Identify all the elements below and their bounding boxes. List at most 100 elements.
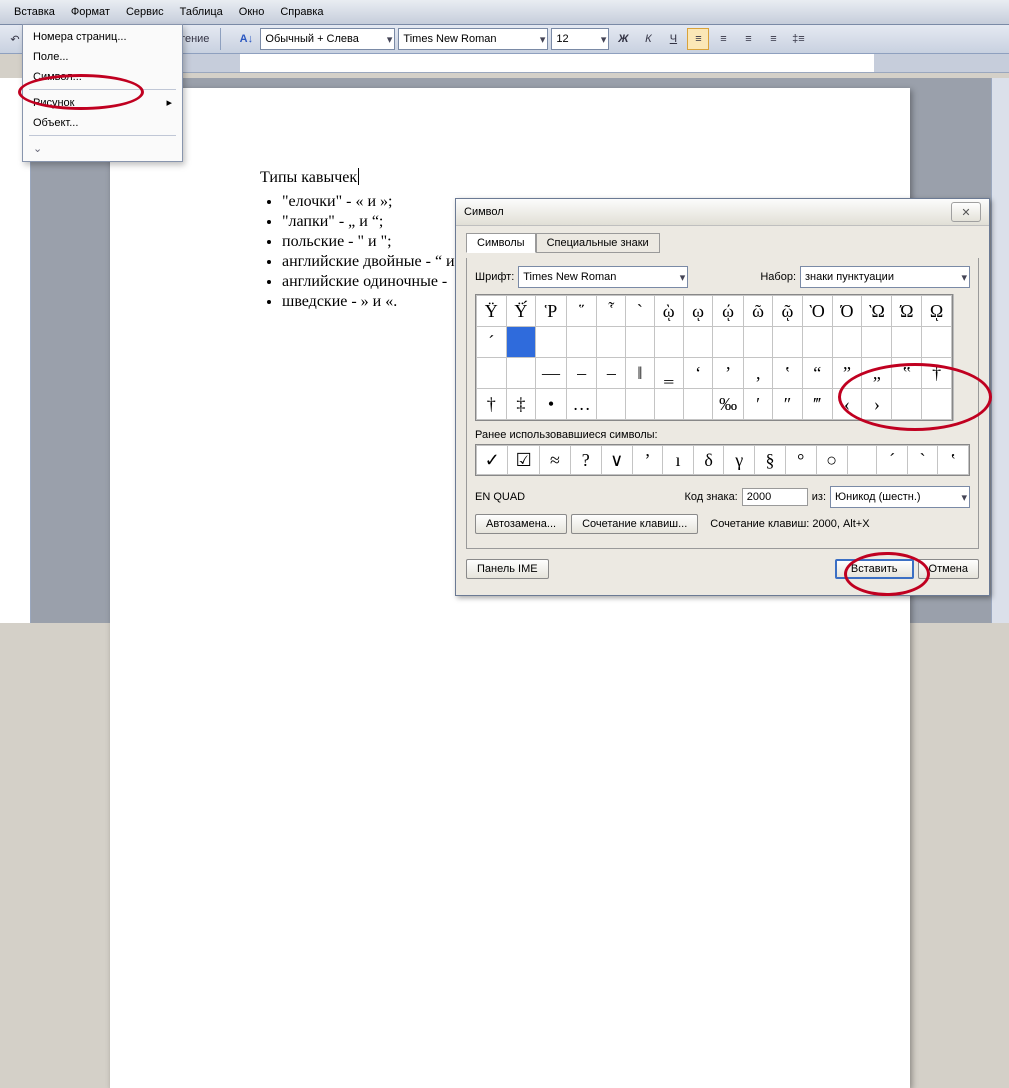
ime-panel-button[interactable]: Панель IME: [466, 559, 549, 579]
symbol-cell[interactable]: ‛: [773, 358, 802, 389]
symbol-cell[interactable]: [892, 327, 922, 358]
tab-special-chars[interactable]: Специальные знаки: [536, 233, 660, 253]
recent-symbol-cell[interactable]: ı: [663, 446, 693, 475]
recent-symbol-cell[interactable]: §: [755, 446, 786, 475]
recent-symbol-cell[interactable]: ?: [570, 446, 601, 475]
symbol-cell[interactable]: ῳ: [683, 296, 712, 327]
symbol-cell[interactable]: ‰: [713, 389, 744, 420]
size-combo[interactable]: 12: [551, 28, 609, 50]
bold-button[interactable]: Ж: [612, 28, 634, 50]
close-button[interactable]: ✕: [951, 202, 981, 222]
symbol-cell[interactable]: ῞: [566, 296, 597, 327]
symbol-cell[interactable]: [683, 327, 712, 358]
symbol-cell[interactable]: ‚: [743, 358, 772, 389]
symbol-cell[interactable]: [626, 327, 654, 358]
recent-symbol-cell[interactable]: ʽ: [938, 446, 969, 475]
menuitem-expand[interactable]: ⌄: [25, 138, 180, 159]
dialog-titlebar[interactable]: Символ ✕: [456, 199, 989, 226]
menu-window[interactable]: Окно: [231, 4, 273, 20]
tab-symbols[interactable]: Символы: [466, 233, 536, 253]
symbol-cell[interactable]: [597, 327, 626, 358]
style-a-icon[interactable]: A↓: [235, 28, 257, 50]
symbol-cell[interactable]: [506, 327, 536, 358]
symbol-cell[interactable]: [654, 389, 683, 420]
symbol-cell[interactable]: Ὸ: [802, 296, 832, 327]
symbol-cell[interactable]: Ϋ: [477, 296, 507, 327]
recent-symbol-cell[interactable]: δ: [693, 446, 724, 475]
symbol-cell[interactable]: [922, 389, 952, 420]
symbol-cell[interactable]: ῶ: [743, 296, 772, 327]
recent-symbol-cell[interactable]: °: [785, 446, 816, 475]
shortcut-button[interactable]: Сочетание клавиш...: [571, 514, 698, 534]
recent-symbol-cell[interactable]: ○: [816, 446, 847, 475]
symbol-cell[interactable]: [832, 327, 862, 358]
insert-button[interactable]: Вставить: [835, 559, 914, 579]
symbol-cell[interactable]: ′: [743, 389, 772, 420]
symbol-cell[interactable]: †: [477, 389, 507, 420]
symbol-cell[interactable]: ’: [713, 358, 744, 389]
symbol-cell[interactable]: ῷ: [773, 296, 802, 327]
symbol-cell[interactable]: [566, 327, 597, 358]
symbol-cell[interactable]: [626, 389, 654, 420]
recent-symbol-cell[interactable]: ≈: [539, 446, 570, 475]
dialog-subset-combo[interactable]: знаки пунктуации: [800, 266, 970, 288]
menu-help[interactable]: Справка: [272, 4, 331, 20]
dialog-font-combo[interactable]: Times New Roman: [518, 266, 688, 288]
symbol-cell[interactable]: [743, 327, 772, 358]
symbol-cell[interactable]: Ώ: [892, 296, 922, 327]
symbol-cell[interactable]: `: [626, 296, 654, 327]
align-left-button[interactable]: ≡: [687, 28, 709, 50]
align-justify-button[interactable]: ≡: [762, 28, 784, 50]
symbol-cell[interactable]: [597, 389, 626, 420]
menu-format[interactable]: Формат: [63, 4, 118, 20]
symbol-cell[interactable]: [683, 389, 712, 420]
symbol-cell[interactable]: Ϋ́: [506, 296, 536, 327]
symbol-cell[interactable]: ‒: [597, 358, 626, 389]
symbol-cell[interactable]: [862, 327, 892, 358]
symbol-cell[interactable]: [536, 327, 567, 358]
symbol-cell[interactable]: [713, 327, 744, 358]
symbol-cell[interactable]: ‘: [683, 358, 712, 389]
symbol-cell[interactable]: Ό: [832, 296, 862, 327]
recent-symbol-cell[interactable]: ✓: [477, 446, 508, 475]
symbol-cell[interactable]: ″: [773, 389, 802, 420]
cancel-button[interactable]: Отмена: [918, 559, 979, 579]
symbol-cell[interactable]: ”: [832, 358, 862, 389]
symbol-cell[interactable]: [773, 327, 802, 358]
menu-insert[interactable]: Вставка: [6, 4, 63, 20]
symbol-cell[interactable]: [477, 358, 507, 389]
symbol-cell[interactable]: ‖: [626, 358, 654, 389]
recent-symbol-cell[interactable]: ∨: [601, 446, 632, 475]
symbol-cell[interactable]: –: [566, 358, 597, 389]
symbol-cell[interactable]: “: [802, 358, 832, 389]
symbol-cell[interactable]: [506, 358, 536, 389]
symbol-cell[interactable]: ῴ: [713, 296, 744, 327]
recent-symbol-cell[interactable]: [847, 446, 877, 475]
menuitem-page-numbers[interactable]: Номера страниц...: [25, 27, 180, 47]
symbol-cell[interactable]: ῼ: [922, 296, 952, 327]
symbol-cell[interactable]: ῟: [597, 296, 626, 327]
symbol-cell[interactable]: ῲ: [654, 296, 683, 327]
recent-symbol-cell[interactable]: γ: [724, 446, 755, 475]
symbol-cell[interactable]: Ὼ: [862, 296, 892, 327]
align-center-button[interactable]: ≡: [712, 28, 734, 50]
symbol-cell[interactable]: —: [536, 358, 567, 389]
symbol-cell[interactable]: Ῥ: [536, 296, 567, 327]
symbol-cell[interactable]: ‡: [506, 389, 536, 420]
vertical-scrollbar[interactable]: [991, 78, 1009, 623]
symbol-cell[interactable]: „: [862, 358, 892, 389]
italic-button[interactable]: К: [637, 28, 659, 50]
menuitem-object[interactable]: Объект...: [25, 113, 180, 133]
symbol-cell[interactable]: …: [566, 389, 597, 420]
symbol-cell[interactable]: ´: [477, 327, 507, 358]
symbol-cell[interactable]: [892, 389, 922, 420]
symbol-cell[interactable]: •: [536, 389, 567, 420]
linespacing-button[interactable]: ‡≡: [787, 28, 809, 50]
symbol-cell[interactable]: [802, 327, 832, 358]
underline-button[interactable]: Ч: [662, 28, 684, 50]
recent-symbol-cell[interactable]: ´: [877, 446, 907, 475]
symbol-cell[interactable]: †: [922, 358, 952, 389]
menuitem-picture[interactable]: Рисунок▸: [25, 92, 180, 113]
symbol-cell[interactable]: ‴: [802, 389, 832, 420]
symbol-cell[interactable]: ‟: [892, 358, 922, 389]
